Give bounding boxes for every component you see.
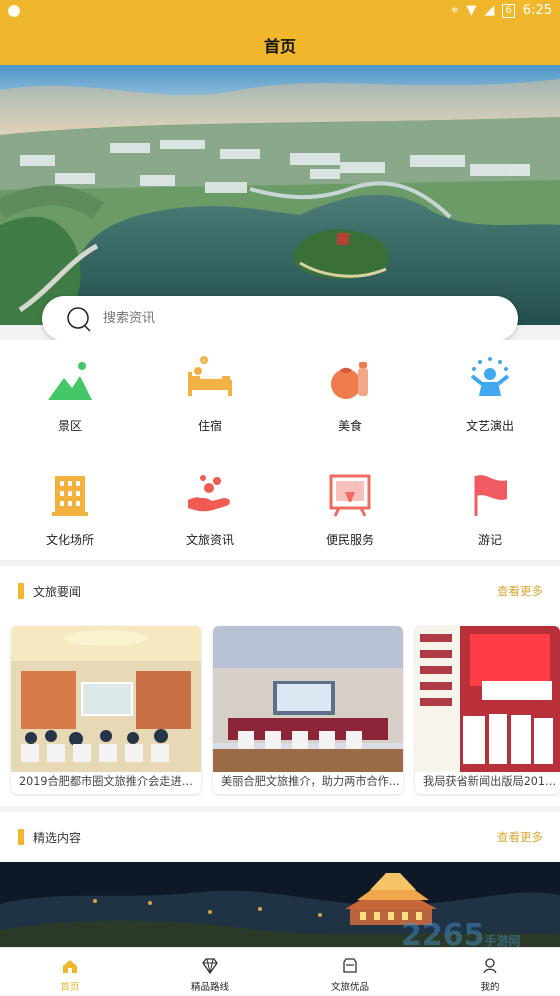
search-icon	[65, 305, 93, 333]
notification-icon	[8, 5, 20, 17]
section-marker	[18, 829, 24, 845]
section-marker	[18, 583, 24, 599]
wifi-icon: ▼	[466, 3, 477, 18]
news-caption: 美丽合肥文旅推介，助力两市合作...	[221, 775, 400, 788]
featured-more-link[interactable]: 查看更多	[497, 829, 543, 845]
home-icon	[63, 960, 77, 973]
featured-section: 精选内容 查看更多	[0, 812, 560, 862]
news-caption: 2019合肥都市圈文旅推介会走进芜...	[19, 775, 198, 788]
mountain-scene-icon	[48, 362, 92, 400]
shop-icon	[343, 958, 357, 973]
category-culture-venue[interactable]: 文化场所	[0, 454, 140, 564]
tab-label: 首页	[60, 982, 80, 993]
watermark-text: 2265	[401, 918, 485, 953]
hero-banner[interactable]	[0, 65, 560, 325]
tab-label: 精品路线	[190, 982, 229, 993]
featured-section-header: 精选内容 查看更多	[0, 812, 560, 862]
category-travel-notes[interactable]: 游记	[420, 454, 560, 564]
flag-icon	[474, 475, 507, 516]
signal-icon: ◢	[484, 3, 495, 18]
battery-icon: 6	[502, 3, 515, 18]
diamond-icon	[202, 958, 218, 975]
category-food[interactable]: 美食	[280, 340, 420, 450]
service-board-icon	[329, 474, 371, 517]
bottom-tab-bar: 首页 精品路线 文旅优品 我的	[0, 947, 560, 995]
tab-label: 我的	[480, 982, 500, 993]
search-bar[interactable]	[42, 296, 518, 341]
news-section-title: 文旅要闻	[33, 585, 82, 599]
status-bar: ⌖ ▼ ◢ 6 6:25	[0, 0, 560, 24]
tab-tourism-goods[interactable]: 文旅优品	[280, 948, 420, 996]
performer-icon	[470, 357, 510, 396]
bed-icon: z	[188, 356, 232, 396]
news-section-header: 文旅要闻 查看更多	[0, 566, 560, 616]
category-travel-news[interactable]: 文旅资讯	[140, 454, 280, 564]
site-watermark: 2265手游网	[401, 918, 521, 953]
category-performance[interactable]: 文艺演出	[420, 340, 560, 450]
tab-profile[interactable]: 我的	[420, 948, 560, 996]
hand-info-icon	[188, 475, 230, 512]
news-card[interactable]: 我局获省新闻出版局2019年...	[415, 626, 560, 794]
status-icons: ⌖ ▼ ◢ 6 6:25	[451, 3, 552, 18]
news-card[interactable]: 美丽合肥文旅推介，助力两市合作...	[213, 626, 403, 794]
svg-text:z: z	[203, 358, 206, 364]
category-public-service[interactable]: 便民服务	[280, 454, 420, 564]
news-more-link[interactable]: 查看更多	[497, 583, 543, 599]
watermark-subtext: 手游网	[484, 934, 521, 948]
meeting-room-image	[213, 626, 403, 772]
search-input[interactable]	[103, 311, 433, 326]
location-icon: ⌖	[451, 3, 459, 18]
category-lodging[interactable]: z 住宿	[140, 340, 280, 450]
category-scenic[interactable]: 景区	[0, 340, 140, 450]
tab-label: 文旅优品	[330, 982, 369, 993]
featured-section-title: 精选内容	[33, 831, 82, 845]
page-title: 首页	[0, 24, 560, 65]
news-card[interactable]: 2019合肥都市圈文旅推介会走进芜...	[11, 626, 201, 794]
lake-village-image	[0, 65, 560, 325]
conference-hall-image	[11, 626, 201, 772]
news-caption: 我局获省新闻出版局2019年...	[423, 775, 557, 788]
clock: 6:25	[522, 3, 552, 18]
category-grid: 景区 z 住宿 美食 文艺演出 文化场所 文旅资讯 便民服务 游记	[0, 340, 560, 560]
bookshelf-award-image	[415, 626, 560, 772]
tab-home[interactable]: 首页	[0, 948, 140, 996]
food-icon	[331, 362, 368, 399]
user-icon	[483, 958, 497, 974]
tab-featured-routes[interactable]: 精品路线	[140, 948, 280, 996]
building-icon	[52, 476, 88, 516]
